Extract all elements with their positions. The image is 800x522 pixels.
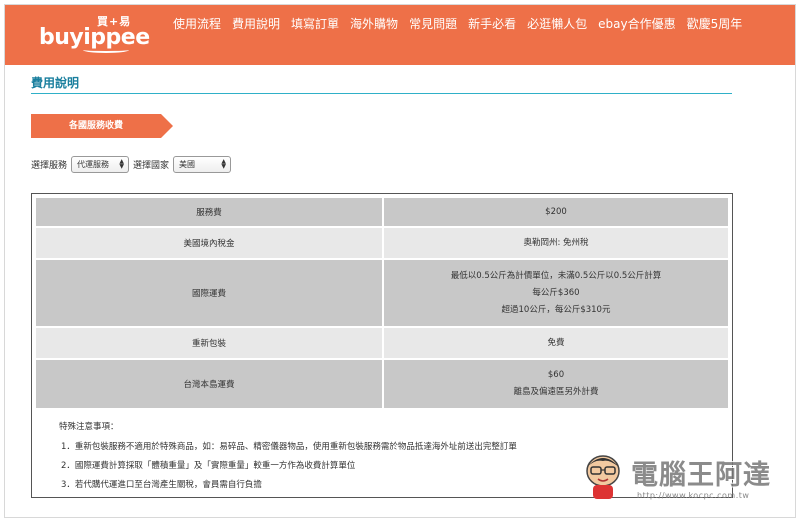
row-value-line: 每公斤$360 bbox=[532, 287, 580, 298]
page-title: 費用說明 bbox=[31, 76, 80, 90]
watermark-url: http://www.kocpc.com.tw bbox=[637, 491, 750, 500]
page-frame: 買+易 buyippee 使用流程 費用說明 填寫訂單 海外購物 常見問題 新手… bbox=[4, 4, 796, 518]
main-nav: 使用流程 費用說明 填寫訂單 海外購物 常見問題 新手必看 必逛懶人包 ebay… bbox=[173, 15, 753, 32]
table-row: 國際運費 最低以0.5公斤為計價單位，未滿0.5公斤以0.5公斤計算 每公斤$3… bbox=[34, 258, 730, 328]
notes-title: 特殊注意事項： bbox=[59, 422, 119, 432]
service-select-value: 代運服務 bbox=[77, 160, 110, 169]
logo-swoosh-icon bbox=[83, 47, 129, 53]
brand-logo[interactable]: 買+易 buyippee bbox=[39, 13, 150, 53]
row-value: $60 離島及偏遠區另外計費 bbox=[382, 358, 730, 410]
table-row: 服務費 $200 bbox=[34, 196, 730, 228]
nav-fill-order[interactable]: 填寫訂單 bbox=[291, 15, 339, 32]
select-arrows-icon: ▲ ▼ bbox=[221, 158, 227, 170]
nav-overseas-shopping[interactable]: 海外購物 bbox=[350, 15, 398, 32]
section-tab: 各國服務收費 bbox=[31, 114, 173, 138]
watermark: 電腦王阿達 http://www.kocpc.com.tw bbox=[579, 445, 789, 505]
row-key: 國際運費 bbox=[34, 258, 384, 328]
note-item: 2．國際運費計算採取「體積重量」及「實際重量」較重一方作為收費計算單位 bbox=[61, 461, 356, 471]
nav-ebay-offer[interactable]: ebay合作優惠 bbox=[598, 15, 675, 32]
title-divider bbox=[31, 93, 732, 94]
row-value-line: 免費 bbox=[547, 337, 565, 348]
select-arrows-icon: ▲ ▼ bbox=[119, 158, 125, 170]
nav-faq[interactable]: 常見問題 bbox=[409, 15, 457, 32]
row-key: 服務費 bbox=[34, 196, 384, 228]
country-select[interactable]: 美國 ▲ ▼ bbox=[173, 156, 232, 173]
table-row: 美國境內稅金 奧勒岡州: 免州稅 bbox=[34, 226, 730, 260]
filter-bar: 選擇服務 代運服務 ▲ ▼ 選擇國家 美國 ▲ ▼ bbox=[31, 156, 235, 173]
row-value-line: 最低以0.5公斤為計價單位，未滿0.5公斤以0.5公斤計算 bbox=[450, 270, 662, 281]
service-select[interactable]: 代運服務 ▲ ▼ bbox=[71, 156, 130, 173]
special-notes: 特殊注意事項： 1．重新包裝服務不適用於特殊商品，如：易碎品、精密儀器物品，使用… bbox=[59, 420, 517, 497]
note-item: 3．若代購代運進口至台灣產生關稅，會員需自行負擔 bbox=[61, 480, 262, 490]
row-key: 台灣本島運費 bbox=[34, 358, 384, 410]
nav-shopping-guide[interactable]: 必逛懶人包 bbox=[527, 15, 587, 32]
note-item: 1．重新包裝服務不適用於特殊商品，如：易碎品、精密儀器物品，使用重新包裝服務需於… bbox=[61, 442, 517, 452]
section-tab-label: 各國服務收費 bbox=[68, 121, 123, 131]
watermark-text: 電腦王阿達 bbox=[631, 460, 771, 491]
row-key: 美國境內稅金 bbox=[34, 226, 384, 260]
row-value-line: 超過10公斤，每公斤$310元 bbox=[501, 304, 611, 315]
row-value: $200 bbox=[382, 196, 730, 228]
table-row: 台灣本島運費 $60 離島及偏遠區另外計費 bbox=[34, 358, 730, 410]
row-value: 最低以0.5公斤為計價單位，未滿0.5公斤以0.5公斤計算 每公斤$360 超過… bbox=[382, 258, 730, 328]
row-value: 免費 bbox=[382, 326, 730, 360]
country-select-value: 美國 bbox=[179, 160, 196, 169]
row-value-line: 離島及偏遠區另外計費 bbox=[513, 387, 599, 397]
mascot-icon bbox=[586, 455, 620, 499]
nav-beginner-guide[interactable]: 新手必看 bbox=[468, 15, 516, 32]
top-navbar: 買+易 buyippee 使用流程 費用說明 填寫訂單 海外購物 常見問題 新手… bbox=[5, 5, 795, 65]
row-value-line: $60 bbox=[547, 370, 565, 380]
nav-usage-flow[interactable]: 使用流程 bbox=[173, 15, 221, 32]
section-tab-arrow-icon bbox=[161, 114, 173, 138]
row-key: 重新包裝 bbox=[34, 326, 384, 360]
row-value-line: 奧勒岡州: 免州稅 bbox=[523, 237, 589, 248]
nav-anniversary[interactable]: 歡慶5周年 bbox=[687, 15, 743, 32]
row-value-line: $200 bbox=[545, 206, 567, 217]
country-select-label: 選擇國家 bbox=[133, 161, 170, 171]
service-select-label: 選擇服務 bbox=[31, 161, 68, 171]
price-table: 服務費 $200 美國境內稅金 奧勒岡州: 免州稅 國際運費 最低以0.5公斤為… bbox=[34, 196, 730, 410]
table-row: 重新包裝 免費 bbox=[34, 326, 730, 360]
row-value: 奧勒岡州: 免州稅 bbox=[382, 226, 730, 260]
nav-fee-info[interactable]: 費用說明 bbox=[232, 15, 280, 32]
